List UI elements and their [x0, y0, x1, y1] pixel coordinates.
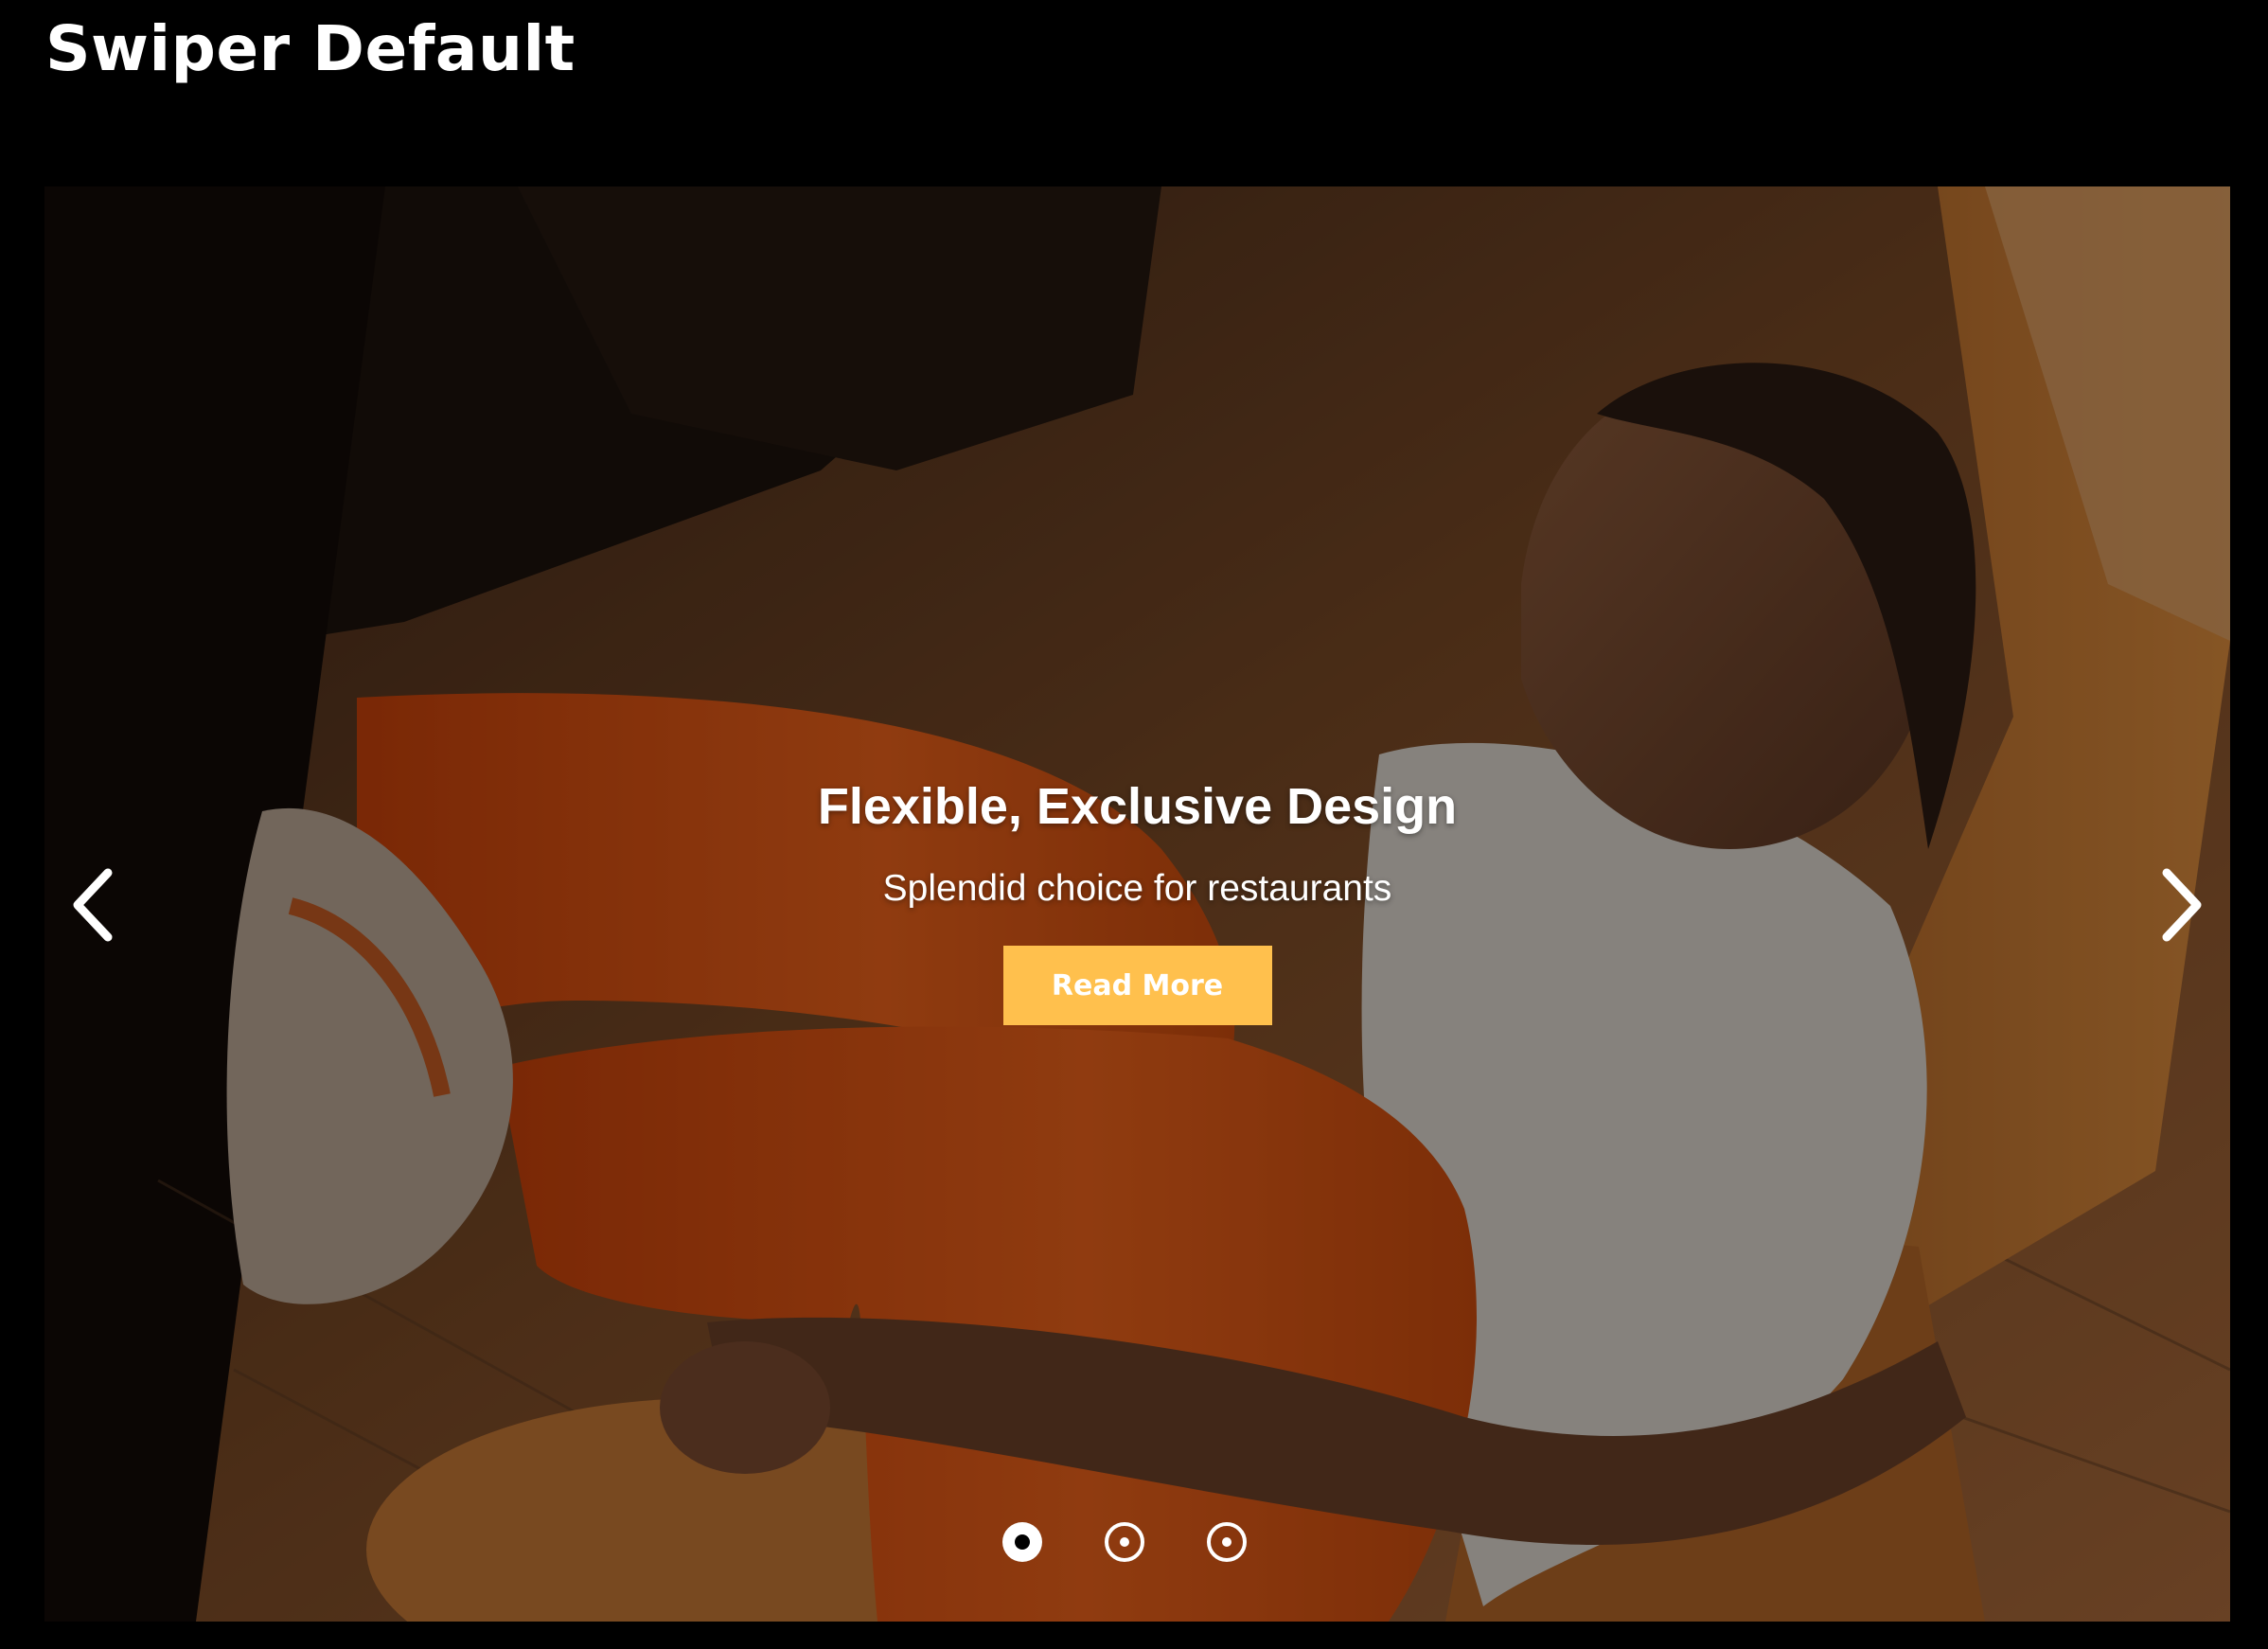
- slide-subtitle: Splendid choice for restaurants: [882, 868, 1392, 909]
- pagination-bullet-active[interactable]: [1001, 1521, 1043, 1563]
- read-more-button[interactable]: Read More: [1002, 946, 1272, 1025]
- slider-pagination: [44, 1521, 2217, 1563]
- slide-title: Flexible, Exclusive Design: [817, 778, 1458, 835]
- chevron-right-icon: [2162, 868, 2202, 942]
- slide-caption: Flexible, Exclusive Design Splendid choi…: [44, 773, 2230, 1025]
- chevron-left-icon: [73, 868, 113, 942]
- page-title: Swiper Default: [45, 12, 576, 85]
- pagination-bullet[interactable]: [1206, 1521, 1248, 1563]
- image-slider[interactable]: Flexible, Exclusive Design Splendid choi…: [44, 186, 2230, 1622]
- slider-prev-button[interactable]: [56, 843, 132, 966]
- pagination-bullet[interactable]: [1104, 1521, 1145, 1563]
- slider-next-button[interactable]: [2143, 843, 2219, 966]
